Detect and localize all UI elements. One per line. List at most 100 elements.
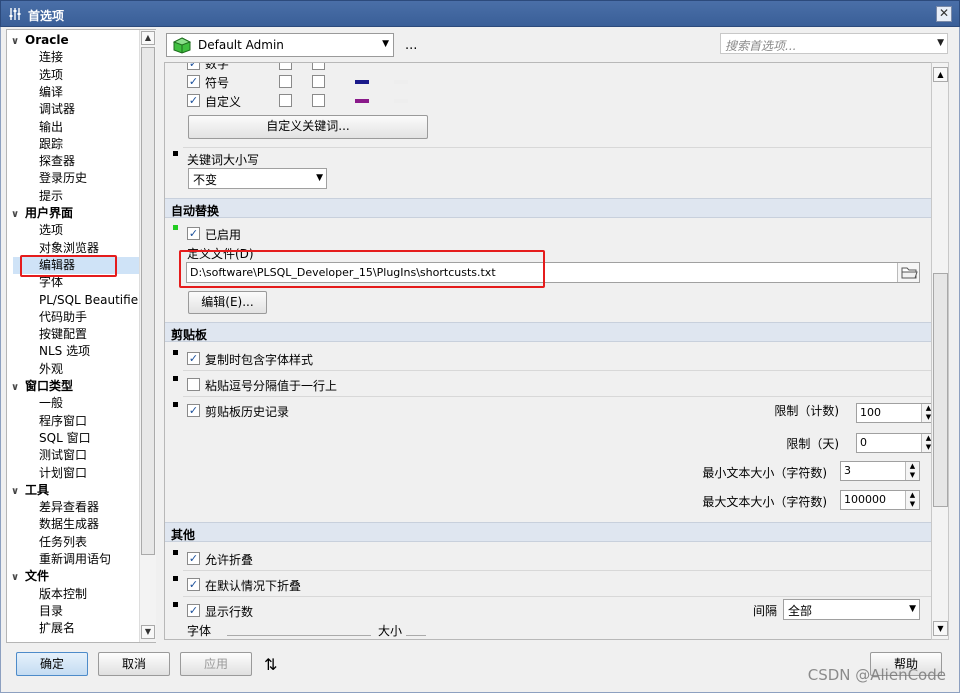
clipboard-history-checkbox[interactable]: ✓: [187, 404, 200, 417]
font-field[interactable]: [227, 635, 371, 636]
scroll-up-icon[interactable]: ▲: [141, 31, 155, 45]
close-button[interactable]: ✕: [936, 6, 952, 22]
settings-scrollbar[interactable]: ▲ ▼: [931, 62, 949, 640]
limit-days-label: 限制（天): [786, 437, 839, 451]
scroll-down-icon[interactable]: ▼: [141, 625, 155, 639]
profile-selector[interactable]: Default Admin ▼: [166, 33, 394, 57]
tree-item[interactable]: 任务列表: [39, 534, 87, 551]
divider: [183, 570, 931, 571]
profile-more-button[interactable]: ...: [405, 38, 417, 53]
tree-item[interactable]: SQL 窗口: [39, 430, 91, 447]
expand-chevron-icon[interactable]: ∨: [11, 379, 25, 396]
tree-item[interactable]: NLS 选项: [39, 343, 90, 360]
bullet-marker: [173, 350, 178, 355]
tree-item[interactable]: 按键配置: [39, 326, 87, 343]
autoreplace-enabled-checkbox[interactable]: ✓: [187, 227, 200, 240]
tree-item[interactable]: 调试器: [39, 101, 75, 118]
paste-comma-label: 粘贴逗号分隔值于一行上: [205, 379, 338, 393]
custom-keywords-button[interactable]: 自定义关键词...: [188, 115, 428, 139]
tree-group[interactable]: ∨ 文件: [11, 568, 49, 585]
checkbox-bold-symbol[interactable]: [279, 75, 292, 88]
title-bar: 首选项 ✕: [0, 0, 960, 27]
tree-item[interactable]: 编译: [39, 84, 63, 101]
tree-item[interactable]: 计划窗口: [39, 465, 87, 482]
tree-item[interactable]: 目录: [39, 603, 63, 620]
tree-item[interactable]: 测试窗口: [39, 447, 87, 464]
tree-item[interactable]: 一般: [39, 395, 63, 412]
spinner-arrows-icon[interactable]: ▲ ▼: [905, 491, 919, 509]
limit-count-spinner[interactable]: 100 ▲ ▼: [856, 403, 931, 423]
tree-item[interactable]: 代码助手: [39, 309, 87, 326]
checkbox-italic-custom[interactable]: [312, 94, 325, 107]
tree-group[interactable]: ∨ 用户界面: [11, 205, 73, 222]
tree-item[interactable]: 数据生成器: [39, 516, 99, 533]
checkbox-bold-custom[interactable]: [279, 94, 292, 107]
clipboard-section-header: 剪贴板: [165, 322, 931, 342]
tree-item[interactable]: 选项: [39, 67, 63, 84]
fold-default-checkbox[interactable]: ✓: [187, 578, 200, 591]
expand-chevron-icon[interactable]: ∨: [11, 206, 25, 223]
ok-button[interactable]: 确定: [16, 652, 88, 676]
checkbox-bold-number[interactable]: [279, 63, 292, 70]
folder-browse-button[interactable]: [897, 263, 919, 282]
tree-item[interactable]: 外观: [39, 361, 63, 378]
checkbox-number[interactable]: ✓: [187, 63, 200, 70]
expand-chevron-icon[interactable]: ∨: [11, 569, 25, 586]
scroll-thumb[interactable]: [141, 47, 155, 555]
checkbox-symbol[interactable]: ✓: [187, 75, 200, 88]
tree-item[interactable]: 差异查看器: [39, 499, 99, 516]
clipboard-history-label: 剪贴板历史记录: [205, 405, 290, 419]
highlight-custom-label: 自定义: [205, 95, 242, 109]
scroll-up-icon[interactable]: ▲: [933, 67, 948, 82]
tree-item[interactable]: 跟踪: [39, 136, 63, 153]
tree-item[interactable]: 扩展名: [39, 620, 75, 637]
tree-item[interactable]: 选项: [39, 222, 63, 239]
highlight-number-label: 数字: [205, 62, 230, 71]
custom-color-swatch[interactable]: [355, 99, 369, 103]
interval-label: 间隔: [753, 604, 778, 618]
tree-scrollbar[interactable]: ▲ ▼: [139, 30, 156, 642]
autoreplace-edit-button[interactable]: 编辑(E)...: [188, 291, 267, 314]
keyword-case-label: 关键词大小写: [187, 153, 260, 167]
paste-comma-checkbox[interactable]: [187, 378, 200, 391]
tree-item[interactable]: PL/SQL Beautifier: [39, 292, 143, 309]
min-size-spinner[interactable]: 3 ▲ ▼: [840, 461, 920, 481]
apply-button[interactable]: 应用: [180, 652, 252, 676]
tree-item[interactable]: 重新调用语句: [39, 551, 111, 568]
tree-item[interactable]: 登录历史: [39, 170, 87, 187]
tree-item[interactable]: 版本控制: [39, 586, 87, 603]
expand-chevron-icon[interactable]: ∨: [11, 483, 25, 500]
copy-font-checkbox[interactable]: ✓: [187, 352, 200, 365]
keyword-case-select[interactable]: 不变 ▼: [188, 168, 327, 189]
spinner-arrows-icon[interactable]: ▲ ▼: [905, 462, 919, 480]
tree-item[interactable]: 提示: [39, 188, 63, 205]
expand-chevron-icon[interactable]: ∨: [11, 33, 25, 50]
scroll-thumb[interactable]: [933, 273, 948, 507]
search-input[interactable]: 搜索首选项... ▼: [720, 33, 948, 54]
checkbox-italic-symbol[interactable]: [312, 75, 325, 88]
tree-item[interactable]: 连接: [39, 49, 63, 66]
tree-group[interactable]: ∨ Oracle: [11, 32, 69, 49]
scroll-down-icon[interactable]: ▼: [933, 621, 948, 636]
show-lines-checkbox[interactable]: ✓: [187, 604, 200, 617]
bullet-marker: [173, 376, 178, 381]
max-size-value: 100000: [844, 493, 886, 506]
custom-bg-swatch[interactable]: [394, 99, 408, 103]
size-field[interactable]: [406, 635, 426, 636]
allow-fold-checkbox[interactable]: ✓: [187, 552, 200, 565]
symbol-bg-swatch[interactable]: [394, 80, 408, 84]
tree-item[interactable]: 程序窗口: [39, 413, 87, 430]
checkbox-italic-number[interactable]: [312, 63, 325, 70]
max-size-spinner[interactable]: 100000 ▲ ▼: [840, 490, 920, 510]
interval-select[interactable]: 全部 ▼: [783, 599, 920, 620]
checkbox-custom[interactable]: ✓: [187, 94, 200, 107]
tree-item[interactable]: 输出: [39, 119, 63, 136]
tree-item[interactable]: 探查器: [39, 153, 75, 170]
sort-arrows-icon[interactable]: ⇅: [264, 655, 277, 674]
cancel-button[interactable]: 取消: [98, 652, 170, 676]
tree-group[interactable]: ∨ 窗口类型: [11, 378, 73, 395]
limit-days-spinner[interactable]: 0 ▲ ▼: [856, 433, 931, 453]
tree-group-label: 文件: [25, 569, 50, 584]
tree-group[interactable]: ∨ 工具: [11, 482, 49, 499]
symbol-color-swatch[interactable]: [355, 80, 369, 84]
